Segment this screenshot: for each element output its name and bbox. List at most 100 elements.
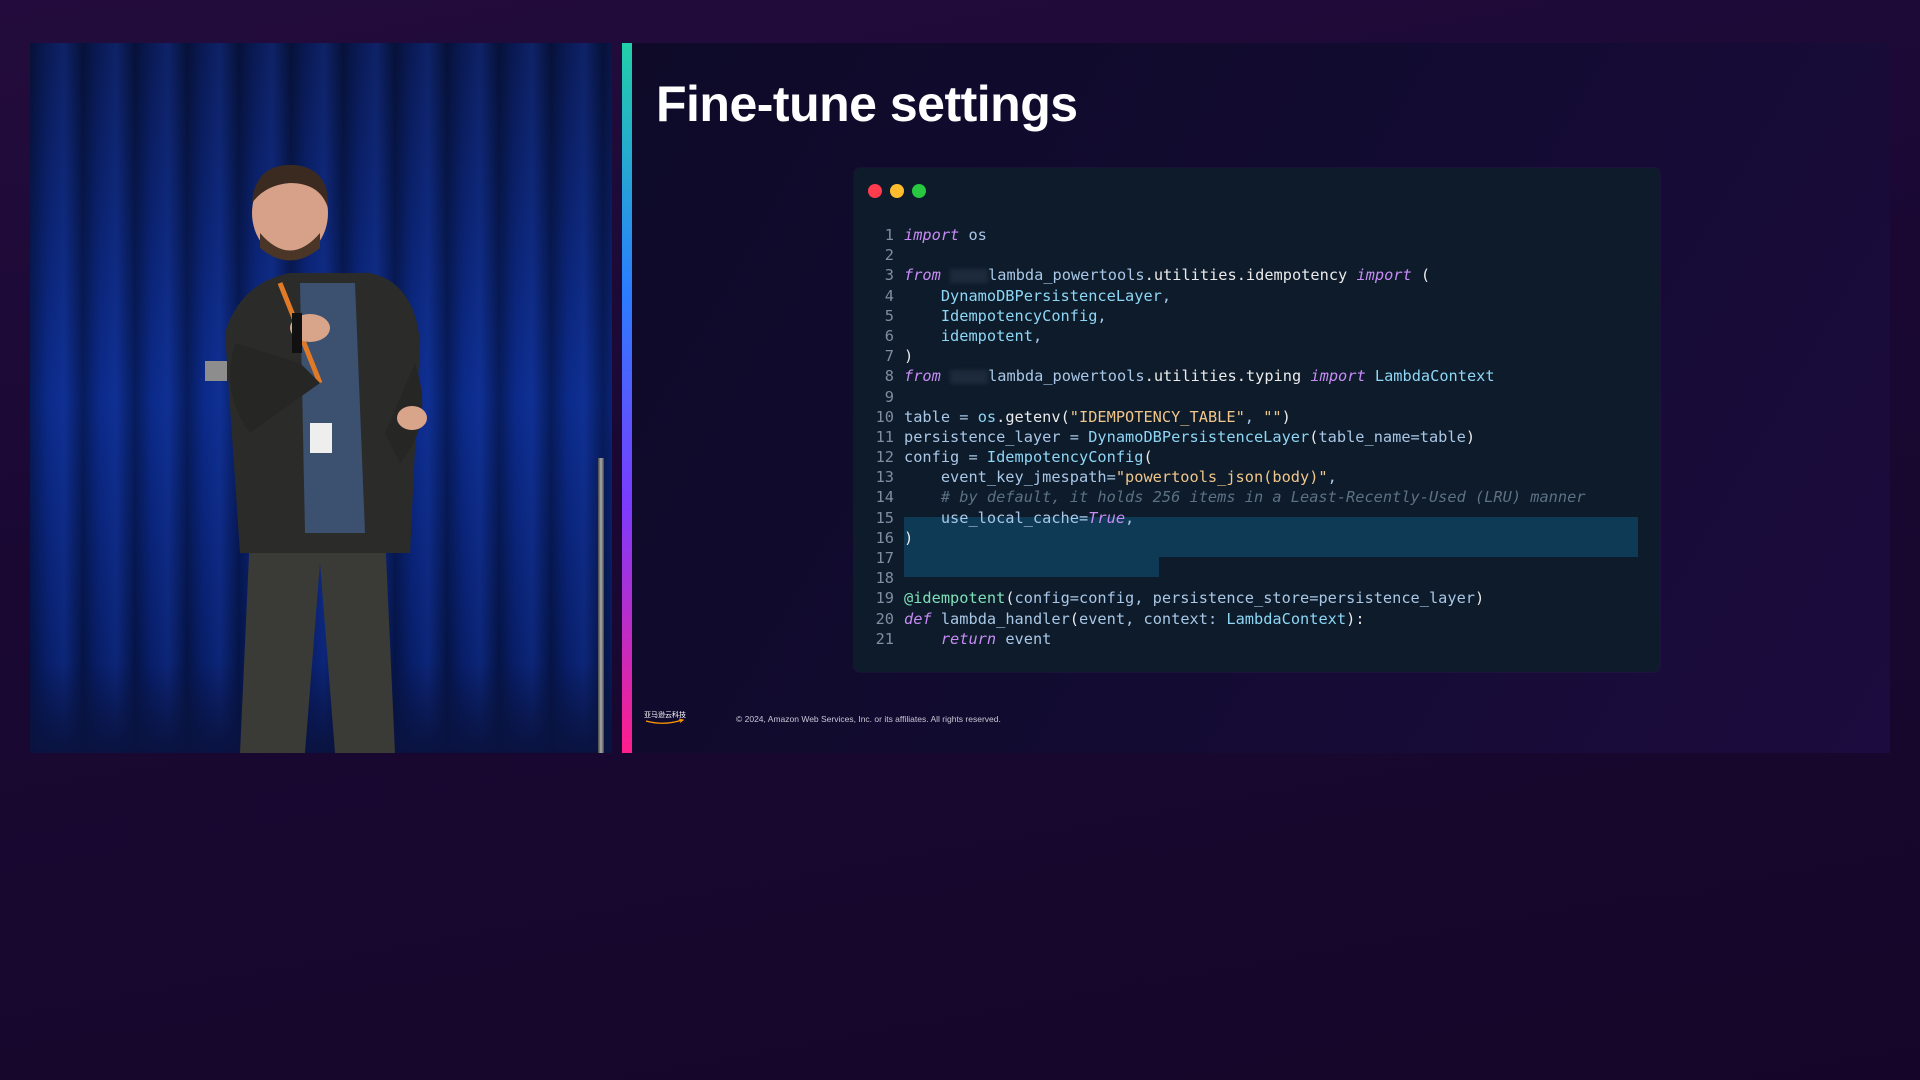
code-line: 20 def lambda_handler(event, context: Lam… [868,609,1650,629]
code-token: use_local_cache= [904,508,1089,527]
slide-title: Fine-tune settings [656,76,1078,132]
code-token: ) [1465,427,1476,446]
line-number: 7 [884,347,894,366]
line-number: 11 [875,427,894,446]
line-number: 12 [875,448,894,467]
code-token: table = [904,407,978,426]
code-line: 7) [868,346,1650,366]
code-token: ) [1281,407,1291,426]
speaker-video [30,43,612,753]
line-number: 10 [875,407,894,426]
code-token: config=config, persistence_store=persist… [1014,589,1476,608]
code-token: .getenv( [996,407,1070,426]
code-token: ( [1411,266,1431,285]
code-token: # by default, it holds 256 items in a Le… [904,488,1586,507]
code-token: IdempotencyConfig [986,448,1144,467]
line-number: 20 [875,609,894,628]
line-number: 19 [875,589,894,608]
speaker-figure [205,164,427,753]
code-line: 13 event_key_jmespath="powertools_json(b… [868,467,1650,487]
code-token: config = [904,448,987,467]
code-line: 6 idempotent, [868,326,1650,346]
code-line: 16) [868,528,1650,548]
code-token: os [959,226,987,244]
code-token: "" [1263,407,1282,426]
code-token: , [1244,407,1264,426]
code-line: 15 use_local_cache=True, [868,508,1650,528]
code-token: import [1356,266,1412,285]
line-number: 15 [875,508,894,527]
code-token: ) [904,347,914,366]
code-token: , [1161,286,1172,305]
window-controls [868,184,926,198]
code-line: 19 @idempotent(config=config, persistence… [868,588,1650,608]
code-window: 1 import os 2 3 from lambda_powertools.utili… [854,168,1660,672]
code-token: DynamoDBPersistenceLayer [1088,427,1310,446]
line-number: 8 [884,367,894,386]
code-line: 17 [868,548,1650,568]
redacted-text [950,369,989,384]
line-number: 2 [884,246,894,265]
code-token: @idempotent [904,589,1006,608]
code-token: event_key_jmespath= [904,468,1116,487]
code-block: 1 import os 2 3 from lambda_powertools.utili… [868,225,1650,649]
code-token: event, context: [1079,609,1227,628]
code-token: ( [1069,609,1080,628]
copyright-text: © 2024, Amazon Web Services, Inc. or its… [736,714,1001,724]
stage-stand [598,458,604,753]
code-line: 4 DynamoDBPersistenceLayer, [868,286,1650,306]
svg-text:亚马逊云科技: 亚马逊云科技 [644,710,686,719]
presentation-slide: Fine-tune settings 1 import os 2 3 from lamb… [622,43,1890,753]
code-line: 10 table = os.getenv("IDEMPOTENCY_TABLE",… [868,407,1650,427]
code-token: LambdaContext [1226,609,1347,628]
line-number: 13 [875,468,894,487]
code-line: 9 [868,387,1650,407]
code-token: event [996,629,1052,648]
code-token: import [904,226,960,244]
code-token: return [904,629,997,648]
line-number: 1 [884,226,894,244]
code-line: 1 import os [868,225,1650,245]
code-token: , [1327,468,1337,487]
line-number: 6 [884,326,894,345]
code-token: lambda_powertools [988,266,1145,285]
code-line: 8 from lambda_powertools.utilities.typing… [868,366,1650,386]
code-line: 3 from lambda_powertools.utilities.idempo… [868,265,1650,285]
line-number: 9 [884,387,894,406]
line-number: 4 [884,286,894,305]
code-token: , [1125,508,1135,527]
code-token: "powertools_json(body)" [1115,468,1328,487]
code-token: ( [1143,448,1153,467]
minimize-dot-icon [890,184,904,198]
code-token: from [904,367,941,386]
code-token: ): [1346,609,1365,628]
code-line: 18 [868,568,1650,588]
code-token: ( [1005,589,1015,608]
slide-accent-bar [622,43,632,753]
code-token: .utilities.idempotency [1144,266,1357,285]
code-token: import [1310,367,1366,386]
code-line: 12 config = IdempotencyConfig( [868,447,1650,467]
line-number: 5 [884,306,894,325]
line-number: 21 [875,629,894,648]
line-number: 18 [875,569,894,588]
code-token: def [904,609,932,628]
code-token: "IDEMPOTENCY_TABLE" [1069,407,1245,426]
code-token: , [1032,326,1043,345]
close-dot-icon [868,184,882,198]
code-line: 2 [868,245,1650,265]
code-token: persistence_layer = [904,427,1089,446]
code-token: ) [1475,589,1485,608]
code-token: lambda_handler [931,609,1070,628]
code-token: True [1088,508,1126,527]
redacted-text [950,268,989,283]
code-token: ) [904,528,914,547]
code-line: 5 IdempotencyConfig, [868,306,1650,326]
code-line: 11 persistence_layer = DynamoDBPersistenc… [868,427,1650,447]
aws-china-logo: 亚马逊云科技 [644,710,686,724]
line-number: 16 [875,528,894,547]
code-token: IdempotencyConfig [904,306,1098,325]
code-token: table_name=table [1318,427,1466,446]
